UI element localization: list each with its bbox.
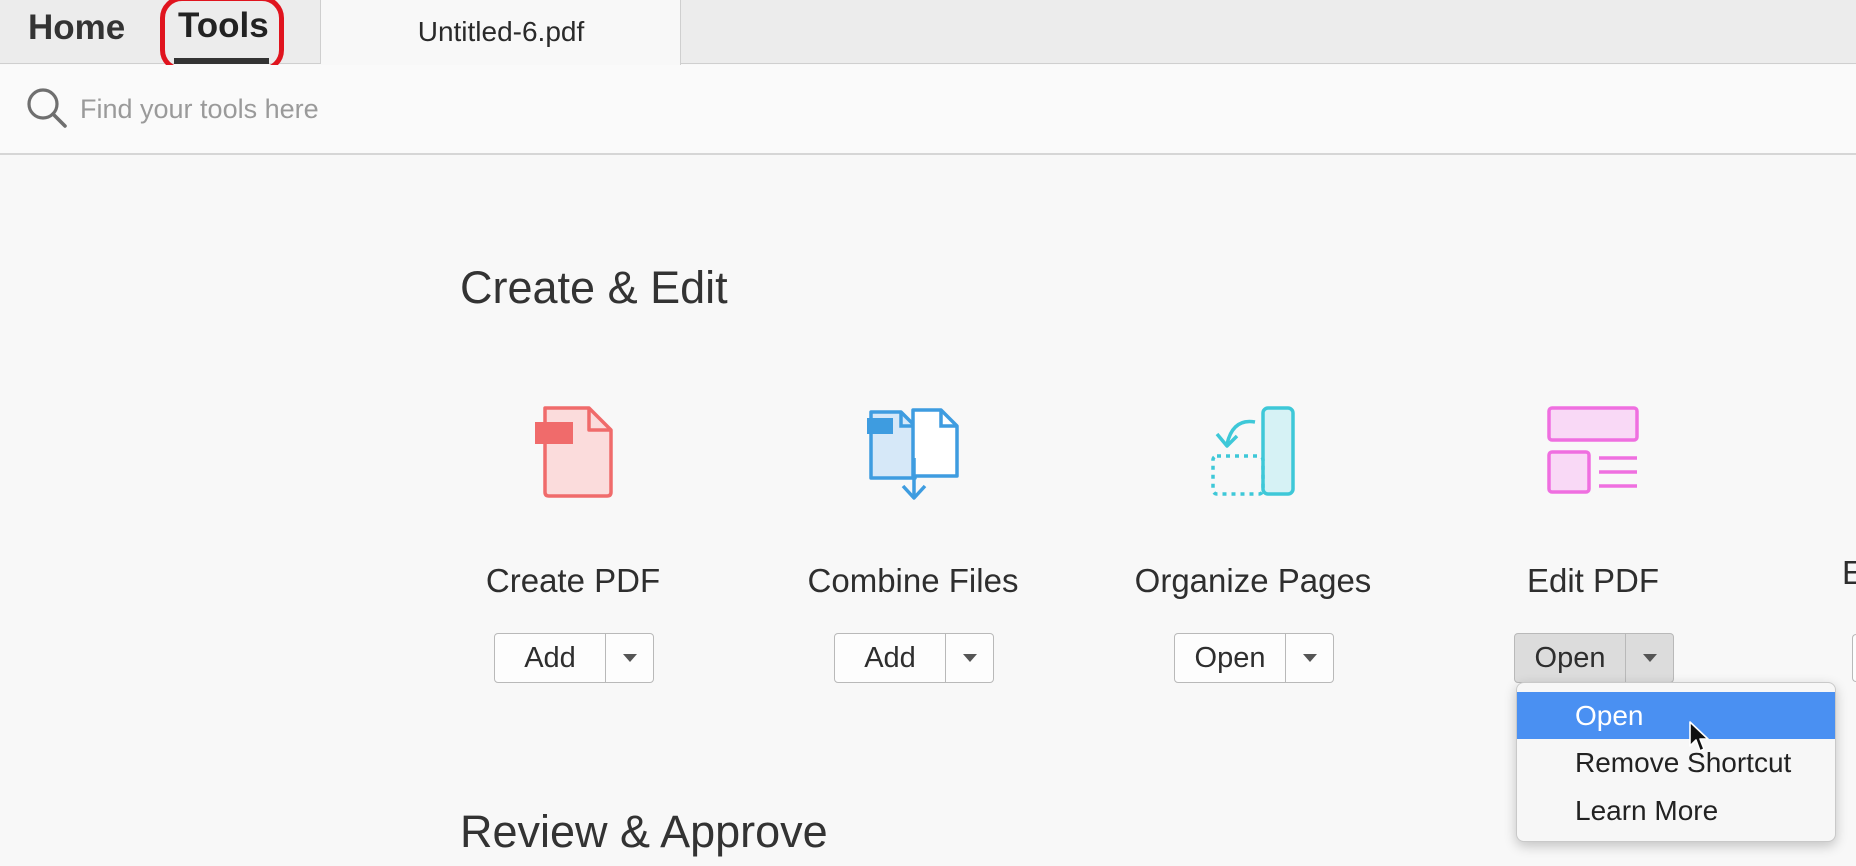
menu-item-learn-more[interactable]: Learn More	[1517, 787, 1835, 834]
dropdown-toggle[interactable]	[1286, 634, 1333, 682]
tool-name: Combine Files	[807, 562, 1019, 599]
section-title-review-approve: Review & Approve	[460, 806, 828, 857]
caret-down-icon	[1642, 654, 1657, 662]
dropdown-toggle[interactable]	[946, 634, 993, 682]
add-button[interactable]: Add	[495, 634, 606, 682]
tools-highlight-ring	[160, 0, 284, 72]
tab-bar: Home Tools Untitled-6.pdf	[0, 0, 1856, 72]
create-pdf-icon	[535, 406, 613, 498]
tool-name: Create PDF	[485, 562, 661, 599]
partial-tool-name: E	[1842, 554, 1856, 591]
partial-tool-button[interactable]	[1852, 634, 1856, 682]
dropdown-toggle[interactable]	[1626, 634, 1673, 682]
edit-pdf-icon	[1547, 406, 1639, 494]
tool-edit-pdf[interactable]: Edit PDF	[1433, 400, 1753, 600]
tool-organize-pages[interactable]: Organize Pages	[1093, 400, 1413, 600]
mouse-pointer-icon	[1689, 721, 1709, 752]
search-input[interactable]	[80, 87, 980, 131]
open-button[interactable]: Open	[1515, 634, 1626, 682]
tool-name: Edit PDF	[1526, 562, 1660, 599]
document-tab-label: Untitled-6.pdf	[417, 16, 585, 47]
tab-home[interactable]: Home	[28, 8, 125, 48]
search-icon[interactable]	[24, 85, 70, 131]
combine-files-icon	[867, 408, 959, 500]
combine-files-split-button: Add	[834, 633, 994, 683]
tool-create-pdf[interactable]: Create PDF	[413, 400, 733, 600]
open-button[interactable]: Open	[1175, 634, 1286, 682]
caret-down-icon	[622, 654, 637, 662]
search-bar	[0, 65, 1856, 155]
organize-pages-split-button: Open	[1174, 633, 1334, 683]
menu-item-open[interactable]: Open	[1517, 692, 1835, 739]
edit-pdf-split-button: Open	[1514, 633, 1674, 683]
caret-down-icon	[1302, 654, 1317, 662]
tab-document[interactable]: Untitled-6.pdf	[321, 0, 681, 65]
create-pdf-split-button: Add	[494, 633, 654, 683]
tool-combine-files[interactable]: Combine Files	[753, 400, 1073, 600]
caret-down-icon	[962, 654, 977, 662]
dropdown-toggle[interactable]	[606, 634, 653, 682]
add-button[interactable]: Add	[835, 634, 946, 682]
organize-pages-icon	[1211, 406, 1295, 496]
section-title-create-edit: Create & Edit	[460, 262, 728, 313]
menu-item-remove-shortcut[interactable]: Remove Shortcut	[1517, 739, 1835, 786]
tool-name: Organize Pages	[1134, 562, 1372, 599]
tool-options-menu: Open Remove Shortcut Learn More	[1516, 682, 1836, 842]
